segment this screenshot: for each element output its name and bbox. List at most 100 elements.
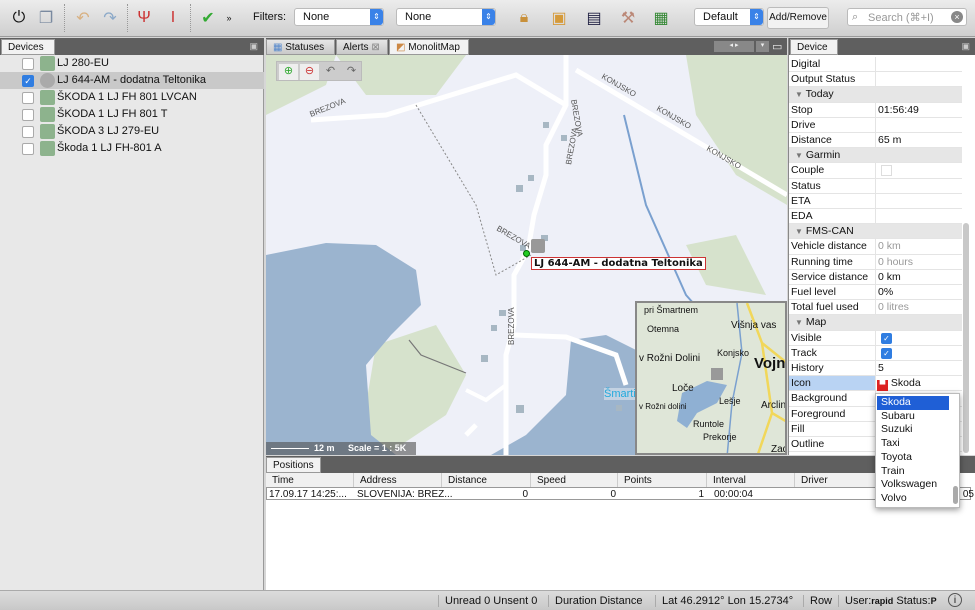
property-value[interactable]: 0 litres (878, 301, 909, 313)
property-section[interactable]: ▼ Map (789, 315, 962, 331)
tab-list-button[interactable]: ▾ (756, 41, 769, 52)
check-icon[interactable]: ✔ (197, 7, 219, 29)
property-value[interactable]: 0% (878, 286, 893, 298)
property-row[interactable]: Drive (789, 117, 962, 133)
lock-icon[interactable]: 🔒︎ (513, 7, 535, 29)
device-checkbox[interactable] (22, 143, 34, 155)
dropdown-option[interactable]: Toyota (877, 451, 949, 465)
property-row[interactable]: Service distance 0 km (789, 269, 962, 285)
tab-device[interactable]: Device (790, 39, 838, 55)
property-row[interactable]: Visible ✓ (789, 330, 962, 346)
zoom-in-icon[interactable]: ⊕ (279, 64, 298, 80)
device-checkbox[interactable] (22, 109, 34, 121)
device-checkbox[interactable] (22, 126, 34, 138)
property-checkbox[interactable]: ✓ (881, 332, 892, 344)
dropdown-option[interactable]: Suzuki (877, 423, 949, 437)
dropdown-option[interactable]: Volkswagen (877, 478, 949, 492)
property-row[interactable]: Output Status (789, 72, 962, 88)
filter-select-1[interactable]: None ⇕ (294, 8, 384, 26)
dropdown-option[interactable]: Taxi (877, 437, 949, 451)
triangle-down-icon[interactable]: ▼ (795, 90, 803, 99)
more-icon[interactable]: » (218, 7, 240, 29)
undo-icon[interactable]: ↶ (72, 7, 94, 29)
column-header[interactable]: Speed (531, 473, 618, 488)
property-row[interactable]: Status (789, 178, 962, 194)
triangle-down-icon[interactable]: ▼ (795, 227, 803, 236)
column-header[interactable]: Driver (795, 473, 876, 488)
property-row[interactable]: Vehicle distance 0 km (789, 239, 962, 255)
tab-positions[interactable]: Positions (266, 457, 321, 473)
dropdown-option[interactable]: Volvo (877, 492, 949, 506)
layout-select[interactable]: Default ⇕ (694, 8, 764, 26)
device-list-item[interactable]: LJ 280-EU (0, 55, 264, 72)
tools-icon[interactable]: ⚒ (617, 7, 639, 29)
column-header[interactable]: Distance (442, 473, 531, 488)
property-row[interactable]: History 5 (789, 361, 962, 377)
property-value[interactable]: 65 m (878, 134, 901, 146)
power-icon[interactable]: ⏻ (8, 7, 30, 29)
device-list-item[interactable]: ✓ LJ 644-AM - dodatna Teltonika (0, 72, 264, 89)
property-row[interactable]: Distance 65 m (789, 133, 962, 149)
device-checkbox[interactable]: ✓ (22, 75, 34, 87)
tab-devices[interactable]: Devices (1, 39, 55, 55)
maximize-icon[interactable]: ▣ (961, 41, 970, 52)
search-input[interactable]: ⌕ Search (⌘+I) × (847, 8, 967, 26)
column-header[interactable]: Time (266, 473, 354, 488)
device-list-item[interactable]: ŠKODA 1 LJ FH 801 T (0, 106, 264, 123)
icon-dropdown-list[interactable]: Skoda Subaru Suzuki Taxi Toyota Train Volkswag… (875, 393, 960, 508)
property-row[interactable]: Stop 01:56:49 (789, 102, 962, 118)
column-header[interactable]: Address (354, 473, 442, 488)
device-list-item[interactable]: ŠKODA 1 LJ FH 801 LVCAN (0, 89, 264, 106)
property-section[interactable]: ▼ FMS-CAN (789, 224, 962, 240)
position-marker[interactable] (523, 250, 530, 257)
close-icon[interactable]: ⊠ (371, 42, 379, 53)
triangle-down-icon[interactable]: ▼ (795, 318, 803, 327)
antenna-icon[interactable]: Ψ (133, 7, 155, 29)
tab-scroll-buttons[interactable]: ◂ ▸ (714, 41, 754, 52)
scrollbar[interactable] (963, 223, 969, 453)
column-header[interactable]: Interval (707, 473, 795, 488)
add-map-icon[interactable]: ▦ (650, 7, 672, 29)
screen-icon[interactable]: ▤ (583, 7, 605, 29)
tab-statuses[interactable]: ▦ Statuses (266, 39, 335, 55)
zoom-out-icon[interactable]: ⊖ (300, 64, 319, 80)
redo-icon[interactable]: ↷ (342, 64, 361, 80)
windows-icon[interactable]: ❐ (35, 7, 57, 29)
maximize-icon[interactable]: ▣ (249, 41, 258, 52)
property-row[interactable]: Total fuel used 0 litres (789, 300, 962, 316)
column-header[interactable]: Points (618, 473, 707, 488)
property-value[interactable]: 5 (878, 362, 884, 374)
property-value[interactable]: 0 hours (878, 256, 913, 268)
redo-icon[interactable]: ↷ (99, 7, 121, 29)
tab-monolitmap[interactable]: ◩ MonolitMap (389, 39, 469, 55)
dropdown-option[interactable]: Train (877, 465, 949, 479)
triangle-down-icon[interactable]: ▼ (795, 151, 803, 160)
undo-icon[interactable]: ↶ (321, 64, 340, 80)
property-value[interactable]: 0 km (878, 271, 901, 283)
info-icon[interactable]: i (948, 593, 962, 607)
marker-icon[interactable]: I (162, 7, 184, 29)
property-row[interactable]: Track ✓ (789, 345, 962, 361)
property-row[interactable]: EDA (789, 209, 962, 225)
device-checkbox[interactable] (22, 58, 34, 70)
property-row[interactable]: Couple (789, 163, 962, 179)
scrollbar[interactable] (953, 486, 958, 504)
vehicle-icon[interactable] (531, 239, 545, 253)
property-value[interactable]: 0 km (878, 240, 901, 252)
property-checkbox[interactable] (881, 165, 892, 177)
device-list-item[interactable]: Škoda 1 LJ FH-801 A (0, 140, 264, 157)
property-row[interactable]: ETA (789, 193, 962, 209)
device-list-item[interactable]: ŠKODA 3 LJ 279-EU (0, 123, 264, 140)
device-checkbox[interactable] (22, 92, 34, 104)
property-row[interactable]: Fuel level 0% (789, 285, 962, 301)
tab-alerts[interactable]: Alerts ⊠ (336, 39, 388, 55)
add-remove-button[interactable]: Add/Remove (767, 7, 829, 29)
dropdown-option[interactable]: Skoda (877, 396, 949, 410)
add-layer-icon[interactable]: ▣ (548, 7, 570, 29)
overview-map[interactable]: pri Šmartnem Otemna Višnja vas v Rožni D… (635, 301, 787, 455)
property-section[interactable]: ▼ Today (789, 87, 962, 103)
clear-icon[interactable]: × (951, 11, 963, 23)
property-row[interactable]: Running time 0 hours (789, 254, 962, 270)
property-value[interactable]: 01:56:49 (878, 104, 919, 116)
filter-select-2[interactable]: None ⇕ (396, 8, 496, 26)
